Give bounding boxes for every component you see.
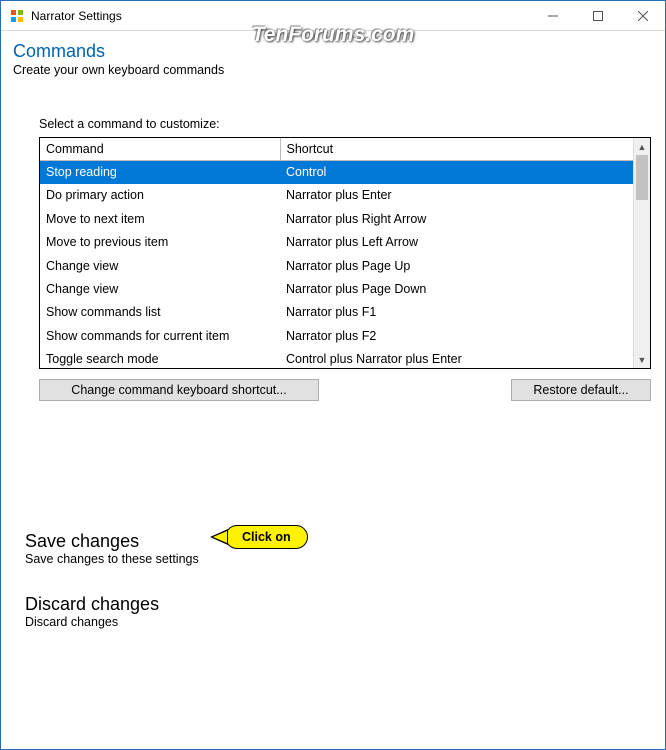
cell-command: Change view [40, 255, 280, 278]
discard-changes-link[interactable]: Discard changes [25, 594, 653, 615]
table-row[interactable]: Do primary actionNarrator plus Enter [40, 184, 633, 207]
cell-command: Change view [40, 278, 280, 301]
titlebar: Narrator Settings [1, 1, 665, 31]
column-header-shortcut[interactable]: Shortcut [280, 138, 633, 161]
table-row[interactable]: Show commands listNarrator plus F1 [40, 301, 633, 324]
cell-shortcut: Narrator plus Page Up [280, 255, 633, 278]
scrollbar[interactable]: ▲ ▼ [633, 138, 650, 368]
column-header-command[interactable]: Command [40, 138, 280, 161]
callout-arrow-icon [210, 529, 228, 545]
window-title: Narrator Settings [31, 9, 530, 23]
save-changes-sub: Save changes to these settings [25, 552, 653, 566]
callout-annotation: Click on [210, 525, 308, 549]
cell-shortcut: Control [280, 161, 633, 185]
minimize-button[interactable] [530, 1, 575, 30]
table-row[interactable]: Show commands for current itemNarrator p… [40, 325, 633, 348]
cell-command: Show commands for current item [40, 325, 280, 348]
table-row[interactable]: Move to previous itemNarrator plus Left … [40, 231, 633, 254]
table-row[interactable]: Stop readingControl [40, 161, 633, 185]
close-button[interactable] [620, 1, 665, 30]
page-subtitle: Create your own keyboard commands [13, 63, 653, 77]
cell-command: Toggle search mode [40, 348, 280, 368]
table-row[interactable]: Toggle search modeControl plus Narrator … [40, 348, 633, 368]
cell-shortcut: Control plus Narrator plus Enter [280, 348, 633, 368]
scroll-up-icon[interactable]: ▲ [634, 138, 650, 155]
maximize-button[interactable] [575, 1, 620, 30]
callout-text: Click on [225, 525, 308, 549]
scroll-thumb[interactable] [636, 155, 648, 200]
change-shortcut-button[interactable]: Change command keyboard shortcut... [39, 379, 319, 401]
table-row[interactable]: Change viewNarrator plus Page Up [40, 255, 633, 278]
cell-shortcut: Narrator plus Right Arrow [280, 208, 633, 231]
restore-default-button[interactable]: Restore default... [511, 379, 651, 401]
app-icon [9, 8, 25, 24]
commands-table[interactable]: Command Shortcut Stop readingControlDo p… [39, 137, 651, 369]
content-area: Commands Create your own keyboard comman… [1, 31, 665, 669]
table-row[interactable]: Change viewNarrator plus Page Down [40, 278, 633, 301]
page-heading: Commands [13, 41, 653, 62]
cell-shortcut: Narrator plus Enter [280, 184, 633, 207]
window-controls [530, 1, 665, 30]
scroll-down-icon[interactable]: ▼ [634, 351, 650, 368]
cell-command: Do primary action [40, 184, 280, 207]
cell-shortcut: Narrator plus F2 [280, 325, 633, 348]
cell-command: Show commands list [40, 301, 280, 324]
cell-shortcut: Narrator plus Page Down [280, 278, 633, 301]
cell-command: Stop reading [40, 161, 280, 185]
table-label: Select a command to customize: [39, 117, 651, 131]
cell-shortcut: Narrator plus Left Arrow [280, 231, 633, 254]
cell-shortcut: Narrator plus F1 [280, 301, 633, 324]
cell-command: Move to previous item [40, 231, 280, 254]
table-row[interactable]: Move to next itemNarrator plus Right Arr… [40, 208, 633, 231]
save-changes-link[interactable]: Save changes [25, 531, 653, 552]
discard-changes-sub: Discard changes [25, 615, 653, 629]
cell-command: Move to next item [40, 208, 280, 231]
